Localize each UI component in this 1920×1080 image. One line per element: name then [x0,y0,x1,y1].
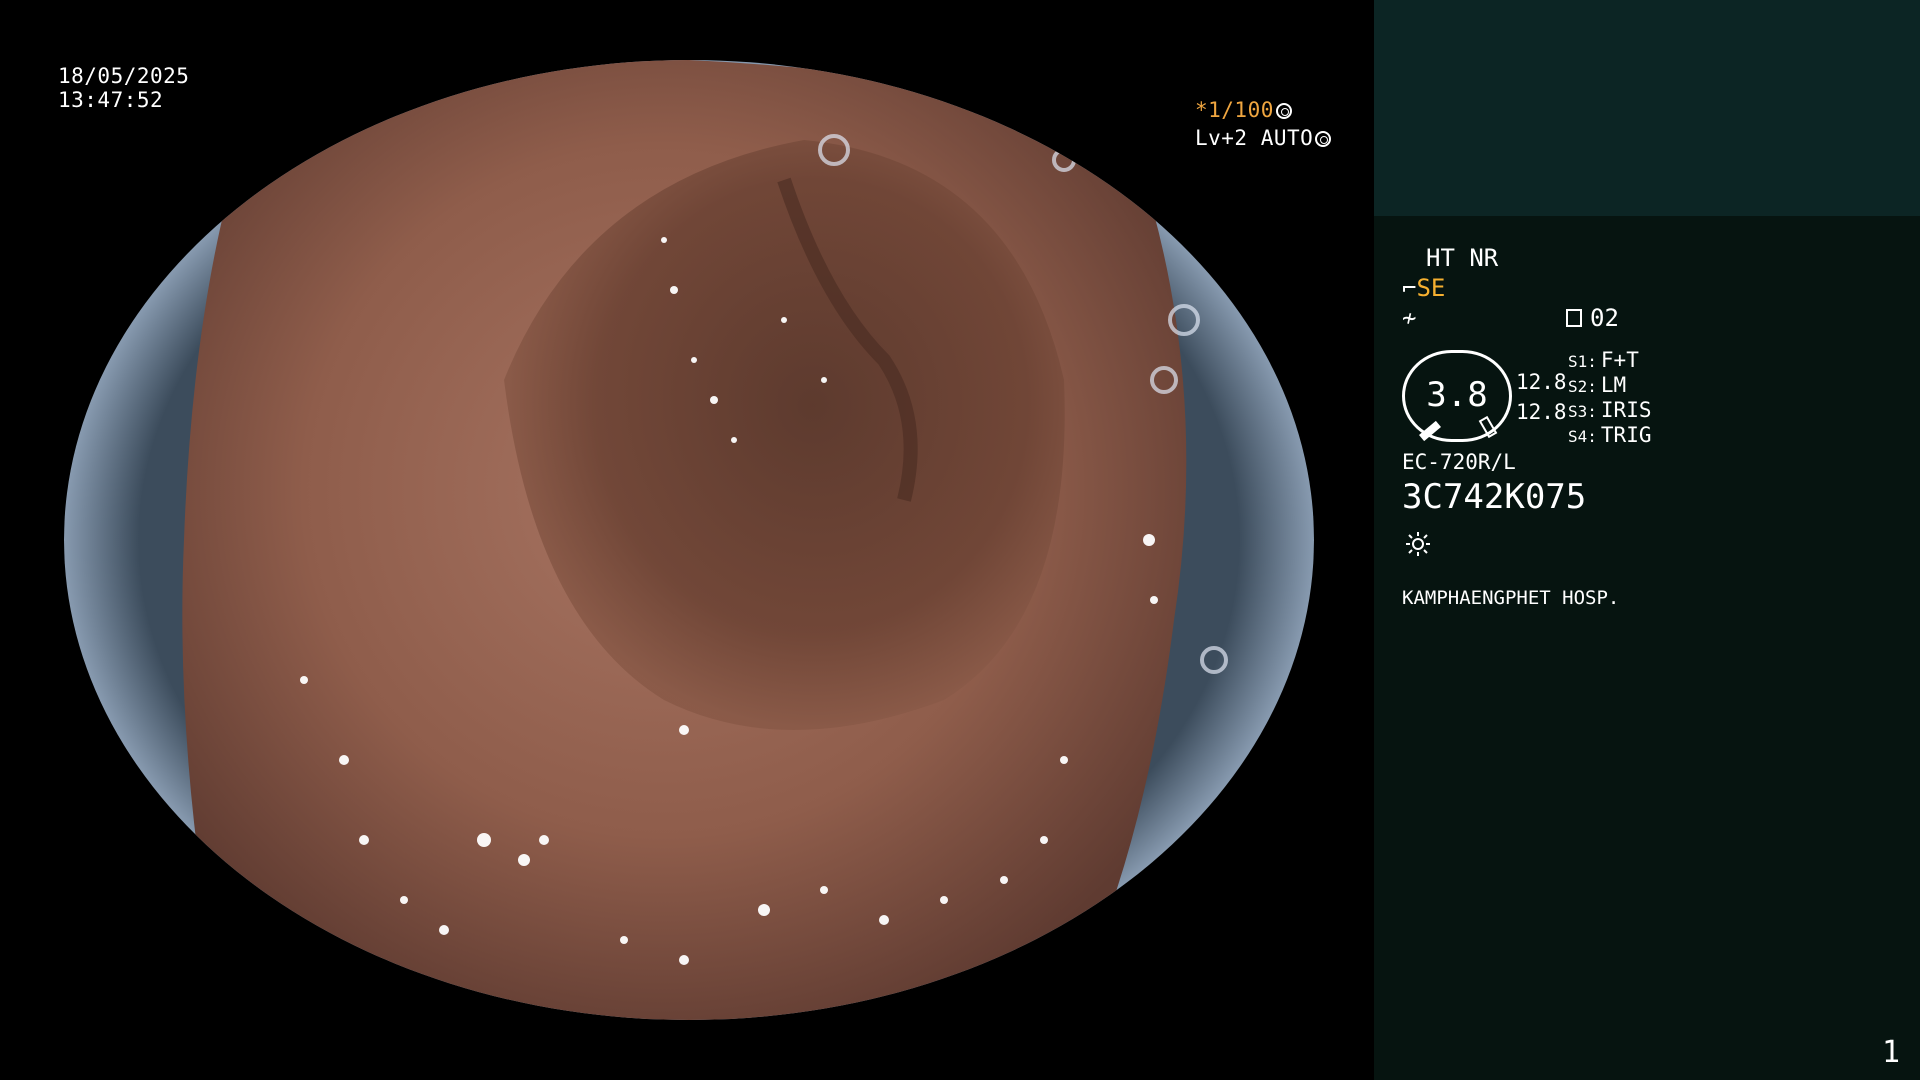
panel-header-area [1374,0,1920,216]
endoscope-view: 18/05/2025 13:47:52 *1/100 Lv+2 AUTO [0,0,1374,1080]
memory-row: 02 [1566,304,1619,332]
enhance-label: SE [1416,274,1446,302]
noise-filter-icon: ≁ [1402,304,1417,332]
gauge-bracket-icon [1478,415,1498,439]
iris-icon [1315,131,1332,147]
enhance-row: ⌐SE [1402,274,1445,302]
gauge-marker-icon [1419,420,1441,442]
scope-model: EC-720R/L [1402,450,1516,474]
gauge-value-1: 12.8 [1516,370,1567,394]
switch-s2: S2: LM [1568,373,1627,397]
switch-s1: S1: F+T [1568,348,1639,372]
level-text: Lv+2 AUTO [1195,126,1314,150]
mode-line: HT NR [1426,244,1499,272]
date-time-readout: 18/05/2025 13:47:52 [58,64,189,112]
gauge-value-2: 12.8 [1516,400,1567,424]
shutter-text: *1/100 [1195,98,1274,122]
scope-serial: 3C742K075 [1402,477,1587,517]
aperture-icon [1275,103,1292,119]
memory-icon [1566,309,1582,327]
info-panel: HT NR ⌐SE ≁ 02 3.8 12.8 12.8 S1: F+T S2: L… [1374,0,1920,1080]
endoscopic-image [64,60,1314,1020]
endoscopic-image-drawing [64,60,1314,1020]
enhance-icon: ⌐ [1402,274,1417,302]
switch-s4: S4: TRIG [1568,423,1652,447]
memory-value: 02 [1590,304,1619,332]
page-number: 1 [1881,1035,1900,1070]
gauge-value: 3.8 [1426,375,1488,415]
level-readout: Lv+2 AUTO [1195,126,1332,150]
shutter-readout: *1/100 [1195,98,1292,122]
brightness-gauge: 3.8 [1402,350,1512,442]
switch-s3: S3: IRIS [1568,398,1652,422]
hospital-name: KAMPHAENGPHET HOSP. [1402,587,1620,609]
date-text: 18/05/2025 [58,64,190,88]
time-text: 13:47:52 [58,88,164,112]
light-source-icon [1406,532,1430,556]
